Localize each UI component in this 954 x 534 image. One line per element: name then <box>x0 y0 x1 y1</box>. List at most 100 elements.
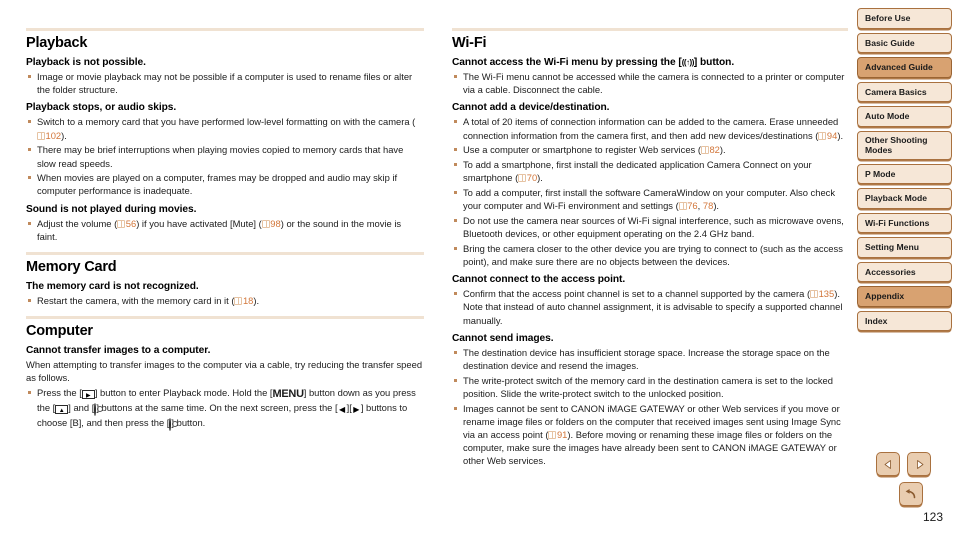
solution-item: The destination device has insufficient … <box>452 346 848 372</box>
problem-heading: Cannot connect to the access point. <box>452 274 626 286</box>
solution-list: Press the [] button to enter Playback mo… <box>26 386 424 432</box>
sidebar-tab-label: P Mode <box>865 168 896 179</box>
problem-heading: Cannot send images. <box>452 332 554 344</box>
solution-item: Use a computer or smartphone to register… <box>452 143 848 156</box>
book-icon <box>234 297 243 306</box>
page-navigation: 123 <box>876 452 946 524</box>
sidebar-tab-label: Playback Mode <box>865 193 928 203</box>
problem-heading: Sound is not played during movies. <box>26 203 197 215</box>
solution-item: Restart the camera, with the memory card… <box>26 294 424 307</box>
problem-heading: Playback stops, or audio skips. <box>26 102 177 114</box>
book-icon <box>810 290 819 299</box>
sidebar-tab-label: Auto Mode <box>865 111 910 121</box>
func-set-button-icon <box>169 418 172 432</box>
page-reference[interactable]: 91 <box>548 429 567 440</box>
page-reference[interactable]: 98 <box>261 218 281 229</box>
sidebar-tab-basic-guide[interactable]: Basic Guide <box>857 32 952 53</box>
sidebar-tab-label: Appendix <box>865 291 905 301</box>
book-icon <box>261 219 270 228</box>
right-button-icon <box>351 404 361 414</box>
left-column: Playback Playback is not possible. Image o… <box>26 28 424 433</box>
solution-item: Confirm that the access point channel is… <box>452 287 848 327</box>
solution-item: A total of 20 items of connection inform… <box>452 115 848 141</box>
manual-page: Playback Playback is not possible. Image o… <box>0 0 954 534</box>
sidebar-tab-wi-fi-functions[interactable]: Wi-Fi Functions <box>857 212 952 233</box>
page-reference[interactable]: 102 <box>37 130 61 141</box>
solution-list: Adjust the volume (56) if you have activ… <box>26 217 424 243</box>
playback-button-icon <box>81 389 95 399</box>
sidebar-tab-label: Advanced Guide <box>865 62 933 72</box>
sidebar-tab-label: Accessories <box>865 266 916 277</box>
section-title: Wi-Fi <box>452 35 487 51</box>
sidebar-tab-playback-mode[interactable]: Playback Mode <box>857 188 952 209</box>
problem-heading: Cannot transfer images to a computer. <box>26 345 211 357</box>
solution-item: Do not use the camera near sources of Wi… <box>452 214 848 240</box>
menu-button-icon: MENU <box>272 387 305 400</box>
section-title: Computer <box>26 323 93 340</box>
solution-list: A total of 20 items of connection inform… <box>452 115 848 268</box>
sidebar-tab-advanced-guide[interactable]: Advanced Guide <box>857 57 952 78</box>
sidebar-tab-appendix[interactable]: Appendix <box>857 286 952 307</box>
solution-item: Adjust the volume (56) if you have activ… <box>26 217 424 243</box>
solution-list: Switch to a memory card that you have pe… <box>26 115 424 197</box>
solution-item: The write-protect switch of the memory c… <box>452 374 848 400</box>
sidebar-tab-other-shooting-modes[interactable]: Other Shooting Modes <box>857 130 952 160</box>
sidebar-tab-label: Camera Basics <box>865 86 927 97</box>
page-reference[interactable]: 78 <box>703 200 713 211</box>
wifi-button-icon: ((↑)) <box>681 58 695 67</box>
solution-list: The Wi-Fi menu cannot be accessed while … <box>452 70 848 96</box>
section-title: Playback <box>26 35 88 51</box>
problem-heading: Playback is not possible. <box>26 57 146 68</box>
page-reference[interactable]: 82 <box>700 144 720 155</box>
page-reference[interactable]: 56 <box>117 218 136 229</box>
solution-item: Switch to a memory card that you have pe… <box>26 115 424 141</box>
page-number: 123 <box>922 510 943 524</box>
chapter-sidebar: Before Use Basic Guide Advanced Guide Camer… <box>857 8 952 335</box>
right-column: Wi-Fi Cannot access the Wi-Fi menu by pre… <box>452 28 848 469</box>
solution-item: Image or movie playback may not be possi… <box>26 70 424 96</box>
book-icon <box>37 131 45 140</box>
solution-list: Image or movie playback may not be possi… <box>26 70 424 96</box>
page-reference[interactable]: 94 <box>818 130 837 141</box>
sidebar-tab-auto-mode[interactable]: Auto Mode <box>857 106 952 127</box>
sidebar-tab-label: Before Use <box>865 13 911 23</box>
sidebar-tab-label: Basic Guide <box>865 37 915 48</box>
sidebar-tab-accessories[interactable]: Accessories <box>857 261 952 282</box>
section-divider <box>26 28 424 31</box>
sidebar-tab-p-mode[interactable]: P Mode <box>857 163 952 184</box>
book-icon <box>518 174 527 183</box>
section-title: Memory Card <box>26 259 117 276</box>
book-icon <box>700 146 709 155</box>
sidebar-tab-label: Index <box>865 315 888 326</box>
solution-item: Press the [] button to enter Playback mo… <box>26 386 424 432</box>
back-button[interactable] <box>899 482 923 506</box>
book-icon <box>818 131 827 140</box>
solution-item: Bring the camera closer to the other dev… <box>452 242 848 268</box>
sidebar-tab-index[interactable]: Index <box>857 310 952 331</box>
book-icon <box>548 430 557 439</box>
page-reference[interactable]: 76 <box>678 200 698 211</box>
sidebar-tab-before-use[interactable]: Before Use <box>857 8 952 29</box>
page-reference[interactable]: 70 <box>518 172 537 183</box>
sidebar-tab-label: Wi-Fi Functions <box>865 217 930 228</box>
body-paragraph: When attempting to transfer images to th… <box>26 359 423 384</box>
func-set-button-icon <box>94 402 97 416</box>
solution-item: Images cannot be sent to CANON iMAGE GAT… <box>452 402 848 468</box>
next-page-button[interactable] <box>907 452 931 476</box>
problem-heading: Cannot add a device/destination. <box>452 102 610 114</box>
page-reference[interactable]: 18 <box>234 295 253 306</box>
sidebar-tab-setting-menu[interactable]: Setting Menu <box>857 237 952 258</box>
problem-heading: Cannot access the Wi-Fi menu by pressing… <box>452 57 735 68</box>
solution-item: To add a smartphone, first install the d… <box>452 158 848 184</box>
left-button-icon <box>337 404 347 414</box>
sidebar-tab-camera-basics[interactable]: Camera Basics <box>857 81 952 102</box>
sidebar-tab-label: Setting Menu <box>865 242 919 252</box>
page-reference[interactable]: 135 <box>810 288 834 299</box>
solution-item: The Wi-Fi menu cannot be accessed while … <box>452 70 848 96</box>
section-divider <box>452 28 848 31</box>
section-divider <box>26 252 424 256</box>
solution-item: There may be brief interruptions when pl… <box>26 143 424 169</box>
solution-list: Restart the camera, with the memory card… <box>26 294 424 307</box>
book-icon <box>678 202 687 211</box>
previous-page-button[interactable] <box>876 452 900 476</box>
